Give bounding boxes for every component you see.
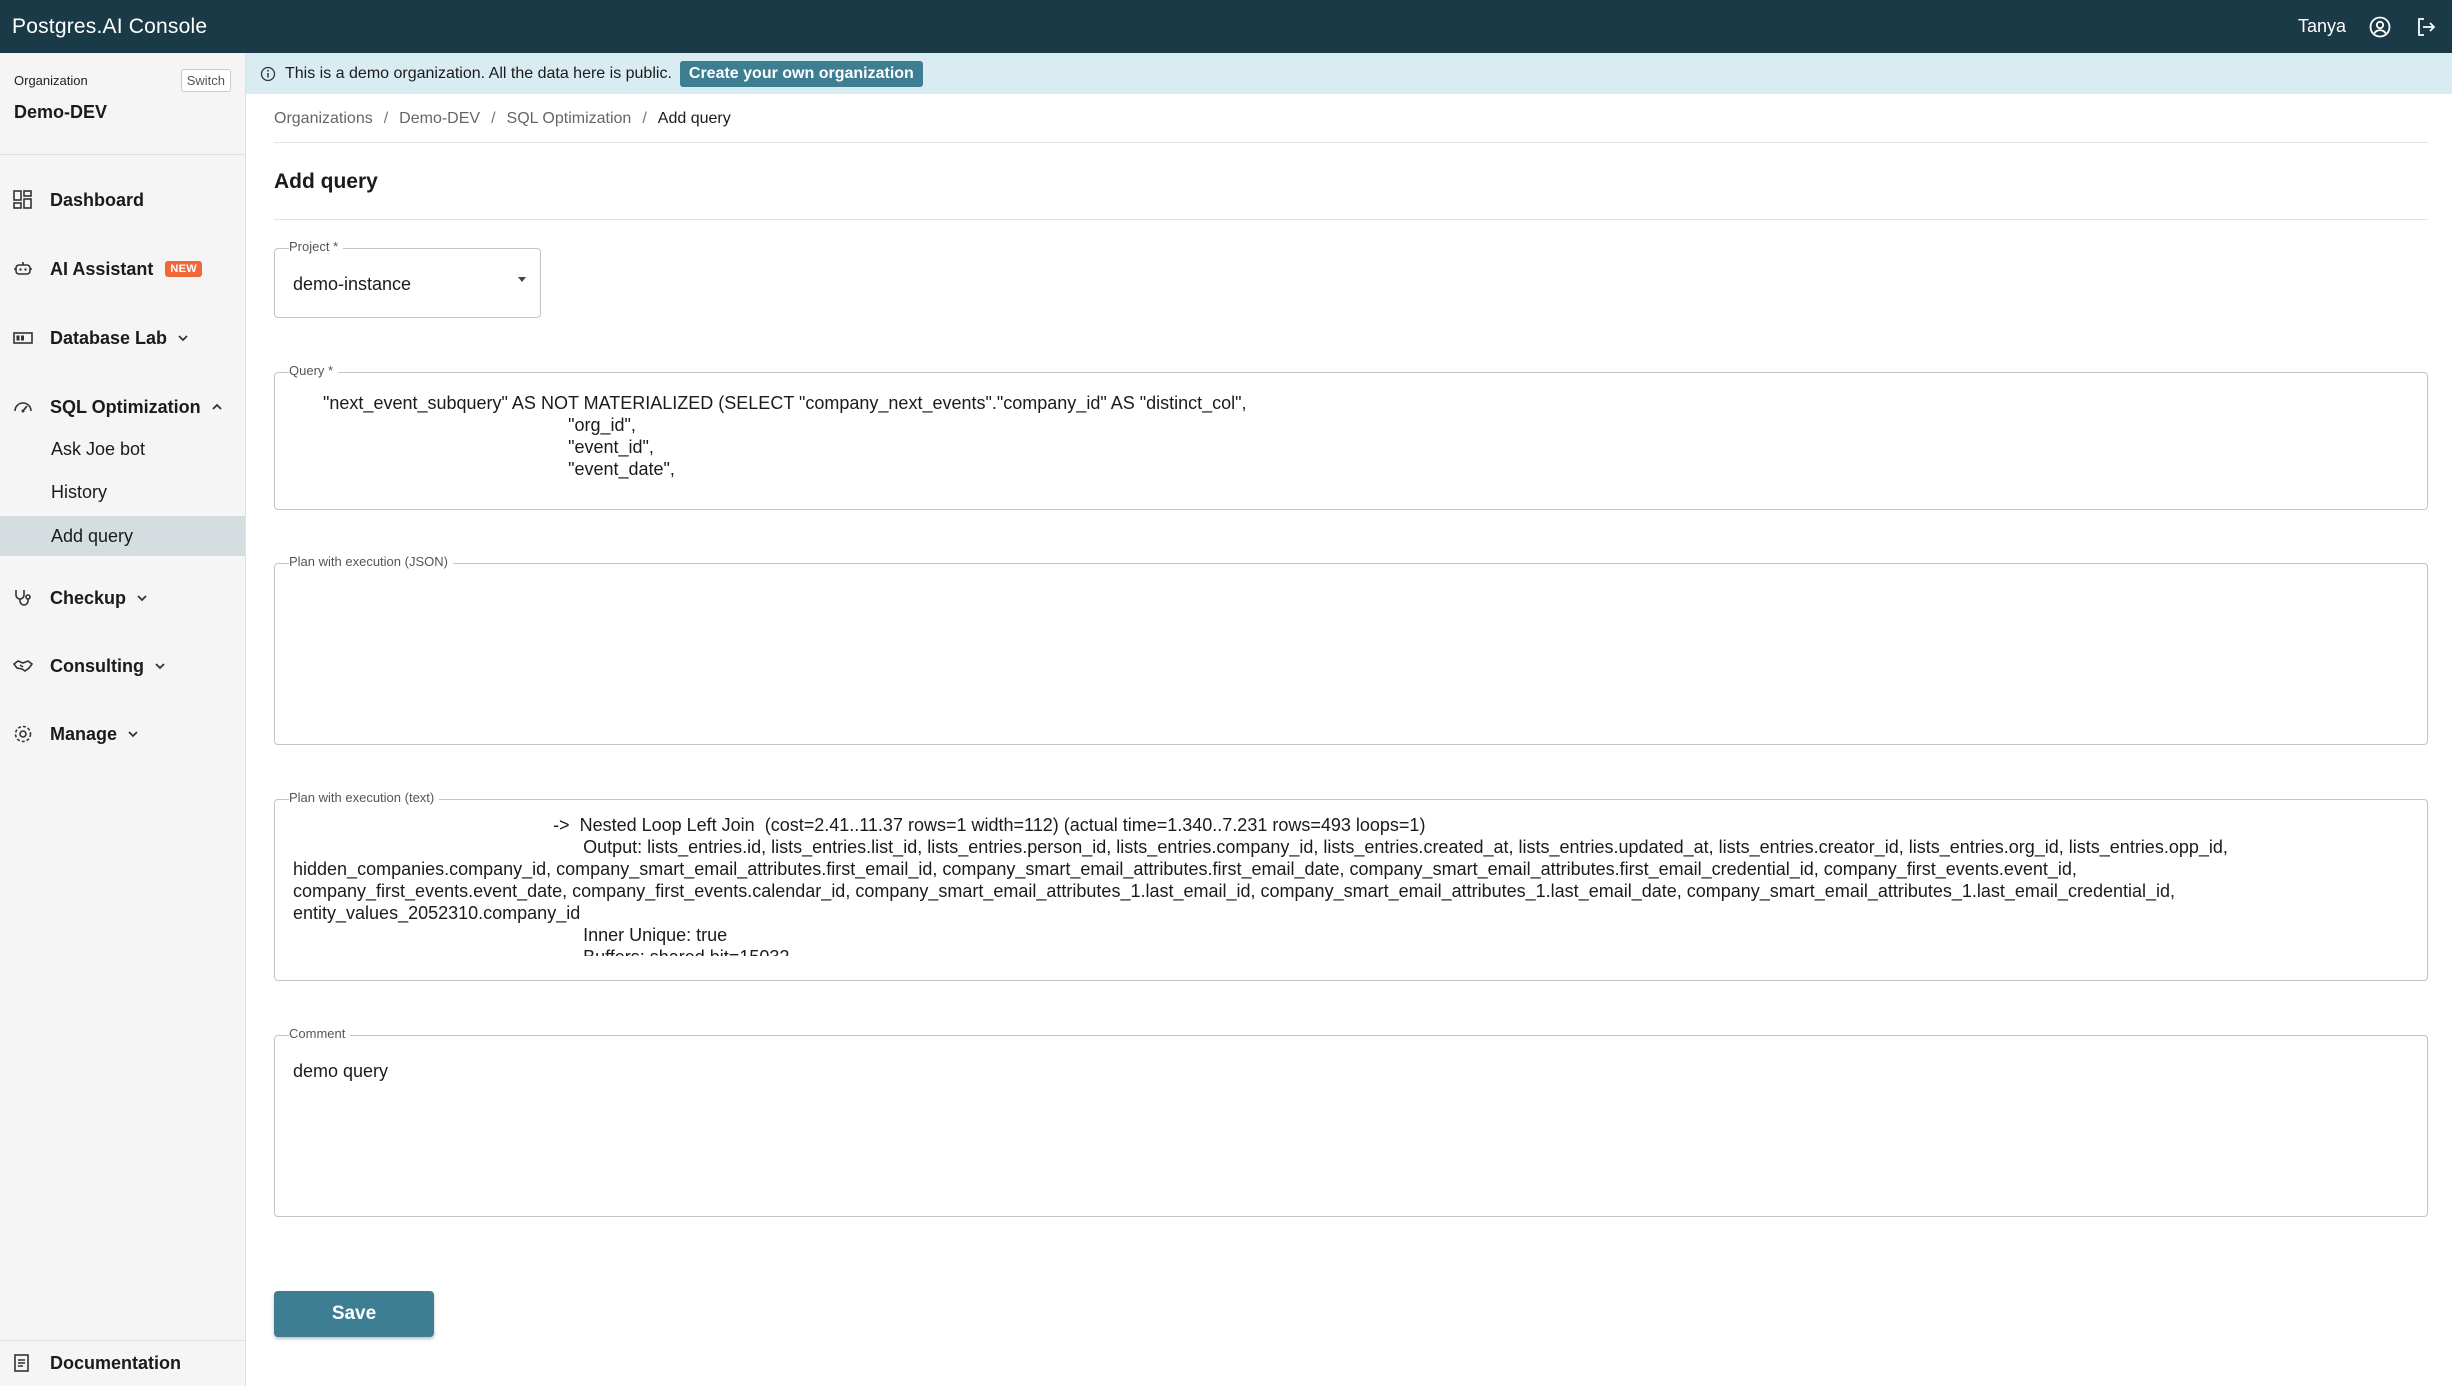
dashboard-icon bbox=[12, 189, 34, 211]
sidebar-subitem-ask-joe-bot[interactable]: Ask Joe bot bbox=[0, 429, 245, 469]
project-value: demo-instance bbox=[293, 274, 412, 294]
documentation-label: Documentation bbox=[50, 1353, 182, 1373]
sidebar-item-label: Database Lab bbox=[50, 327, 168, 348]
sidebar-item-ai-assistant[interactable]: AI Assistant NEW bbox=[0, 252, 246, 286]
banner-text: This is a demo organization. All the dat… bbox=[285, 64, 672, 82]
chevron-up-icon bbox=[212, 403, 222, 410]
plan-json-label: Plan with execution (JSON) bbox=[289, 554, 453, 570]
sidebar-subitem-history[interactable]: History bbox=[0, 472, 245, 512]
new-badge: NEW bbox=[165, 261, 202, 277]
plan-text-textarea[interactable]: Plan with execution (text) -> Nested Loo… bbox=[274, 790, 2428, 981]
account-circle-icon[interactable] bbox=[2368, 15, 2392, 39]
chevron-down-icon bbox=[128, 731, 138, 738]
sidebar-subitem-add-query[interactable]: Add query bbox=[0, 516, 245, 556]
query-text: "next_event_subquery" AS NOT MATERIALIZE… bbox=[323, 393, 1247, 479]
plan-text-text: -> Nested Loop Left Join (cost=2.41..11.… bbox=[293, 815, 2228, 956]
robot-icon bbox=[12, 258, 34, 280]
sidebar-item-label: AI Assistant bbox=[50, 258, 154, 279]
chevron-down-icon bbox=[178, 335, 188, 342]
app-title[interactable]: Postgres.AI Console bbox=[12, 15, 207, 39]
documentation-icon bbox=[12, 1353, 34, 1375]
dropdown-arrow-icon bbox=[518, 277, 526, 282]
sidebar-item-consulting[interactable]: Consulting bbox=[0, 649, 246, 683]
plan-json-textarea[interactable]: Plan with execution (JSON) bbox=[274, 554, 2428, 745]
header-right: Tanya bbox=[2298, 15, 2438, 39]
comment-text: demo query bbox=[293, 1061, 389, 1081]
stethoscope-icon bbox=[12, 587, 34, 609]
sidebar-item-manage[interactable]: Manage bbox=[0, 717, 246, 751]
divider bbox=[274, 142, 2428, 143]
sidebar-item-label: Dashboard bbox=[50, 189, 145, 210]
breadcrumb-sql-optimization[interactable]: SQL Optimization bbox=[507, 110, 632, 128]
breadcrumb-separator: / bbox=[491, 110, 496, 127]
query-textarea[interactable]: Query * "next_event_subquery" AS NOT MAT… bbox=[274, 363, 2428, 510]
demo-banner: This is a demo organization. All the dat… bbox=[246, 53, 2452, 94]
sidebar-item-label: Consulting bbox=[50, 655, 144, 676]
project-label: Project * bbox=[289, 239, 344, 255]
database-lab-icon bbox=[12, 327, 34, 349]
create-organization-button[interactable]: Create your own organization bbox=[679, 60, 923, 87]
sidebar-item-sql-optimization[interactable]: SQL Optimization bbox=[0, 390, 246, 424]
breadcrumb-separator: / bbox=[642, 110, 647, 127]
plan-text-label: Plan with execution (text) bbox=[289, 790, 440, 806]
sidebar-item-checkup[interactable]: Checkup bbox=[0, 581, 246, 615]
sidebar-item-label: Checkup bbox=[50, 587, 127, 608]
top-bar: Postgres.AI Console Tanya bbox=[0, 0, 2452, 53]
handshake-icon bbox=[12, 655, 34, 677]
breadcrumb-demo-dev[interactable]: Demo-DEV bbox=[399, 110, 480, 128]
breadcrumb-separator: / bbox=[383, 110, 389, 127]
breadcrumb: Organizations / Demo-DEV / SQL Optimizat… bbox=[274, 110, 731, 128]
page-title: Add query bbox=[274, 170, 378, 193]
sidebar-item-documentation[interactable]: Documentation bbox=[0, 1340, 246, 1386]
chevron-down-icon bbox=[137, 595, 147, 602]
sidebar-item-label: SQL Optimization bbox=[50, 396, 201, 417]
query-label: Query * bbox=[289, 363, 339, 379]
save-button[interactable]: Save bbox=[274, 1291, 434, 1337]
user-name[interactable]: Tanya bbox=[2298, 16, 2346, 37]
breadcrumb-organizations[interactable]: Organizations bbox=[274, 110, 373, 128]
logout-icon[interactable] bbox=[2414, 15, 2438, 39]
comment-textarea[interactable]: Comment demo query bbox=[274, 1026, 2428, 1217]
sidebar-item-label: Manage bbox=[50, 723, 118, 744]
gear-icon bbox=[12, 723, 34, 745]
sidebar: Organization Demo-DEV Switch Dashboard A… bbox=[0, 53, 246, 1386]
org-name: Demo-DEV bbox=[14, 102, 108, 122]
sql-optimization-icon bbox=[12, 396, 34, 418]
comment-label: Comment bbox=[289, 1026, 351, 1042]
switch-org-button[interactable]: Switch bbox=[180, 69, 231, 92]
project-select[interactable]: Project * demo-instance bbox=[274, 239, 541, 318]
org-block: Organization Demo-DEV Switch bbox=[0, 53, 245, 155]
chevron-down-icon bbox=[155, 663, 165, 670]
info-icon bbox=[260, 66, 276, 81]
sidebar-item-database-lab[interactable]: Database Lab bbox=[0, 321, 246, 355]
sidebar-item-dashboard[interactable]: Dashboard bbox=[0, 183, 246, 217]
divider bbox=[274, 219, 2428, 220]
breadcrumb-current: Add query bbox=[657, 110, 731, 127]
